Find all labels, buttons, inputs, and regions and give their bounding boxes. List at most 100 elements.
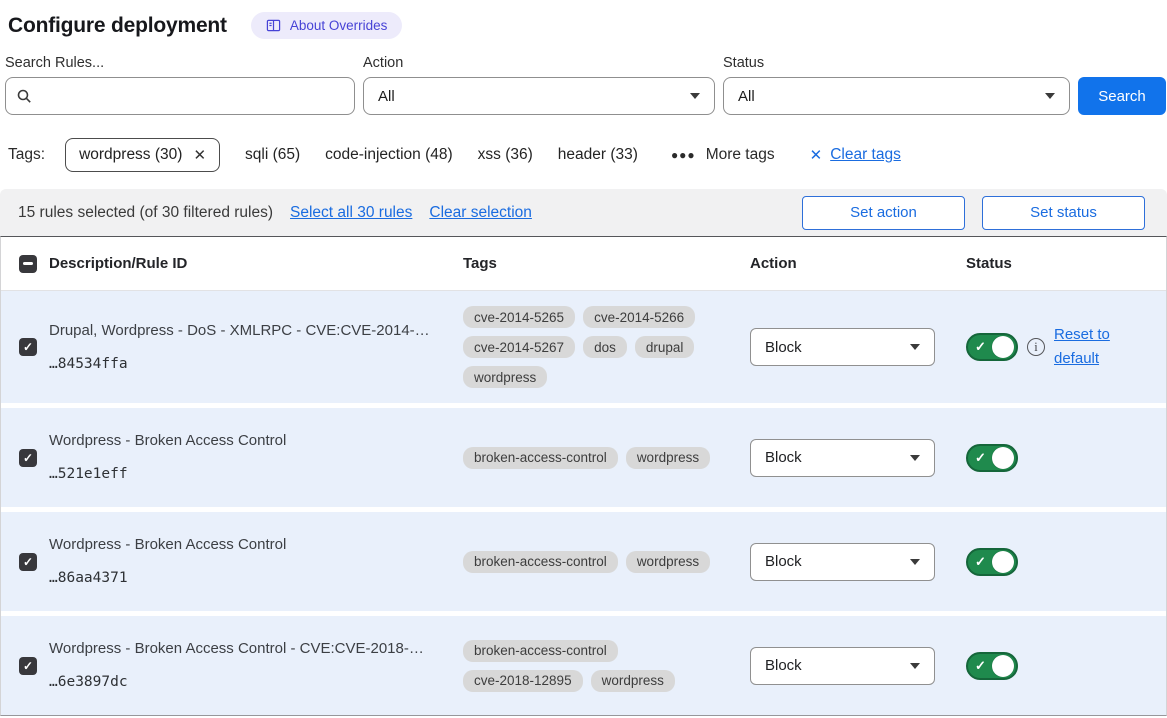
status-filter-group: Status All bbox=[715, 55, 1070, 115]
status-toggle[interactable]: ✓ bbox=[966, 548, 1018, 576]
search-filter-group: Search Rules... bbox=[5, 55, 355, 115]
set-action-button[interactable]: Set action bbox=[802, 196, 965, 230]
rule-description-cell: Wordpress - Broken Access Control …521e1… bbox=[49, 430, 456, 484]
rule-action-cell: Block bbox=[746, 439, 949, 477]
about-overrides-label: About Overrides bbox=[290, 18, 388, 33]
search-rules-label: Search Rules... bbox=[5, 55, 355, 71]
rule-tags-cell: broken-access-controlcve-2018-12895wordp… bbox=[456, 640, 746, 692]
row-checkbox-cell: ✓ bbox=[1, 657, 49, 675]
toggle-check-icon: ✓ bbox=[975, 450, 986, 466]
rule-id: …521e1eff bbox=[49, 464, 442, 484]
tags-bar: Tags: wordpress (30) ✕ sqli (65) code-in… bbox=[0, 115, 1167, 172]
tag-pill: dos bbox=[583, 336, 627, 358]
rule-action-cell: Block bbox=[746, 543, 949, 581]
filters-row: Search Rules... Action All Status bbox=[0, 39, 1167, 115]
tag-option-header[interactable]: header (33) bbox=[558, 146, 638, 164]
search-rules-input[interactable] bbox=[40, 87, 344, 106]
toggle-knob bbox=[992, 447, 1014, 469]
status-filter-select[interactable]: All bbox=[723, 77, 1070, 115]
rule-tags: cve-2014-5265cve-2014-5266cve-2014-5267d… bbox=[463, 306, 723, 388]
action-filter-select[interactable]: All bbox=[363, 77, 715, 115]
check-mark: ✓ bbox=[23, 341, 33, 353]
rule-description: Wordpress - Broken Access Control bbox=[49, 534, 442, 555]
page-title: Configure deployment bbox=[8, 14, 227, 38]
tag-option-xss[interactable]: xss (36) bbox=[478, 146, 533, 164]
selected-tag-wordpress[interactable]: wordpress (30) ✕ bbox=[65, 138, 220, 172]
action-select[interactable]: Block bbox=[750, 328, 935, 366]
search-icon bbox=[16, 88, 32, 104]
row-checkbox-cell: ✓ bbox=[1, 449, 49, 467]
action-select[interactable]: Block bbox=[750, 439, 935, 477]
status-toggle[interactable]: ✓ bbox=[966, 444, 1018, 472]
more-tags-button[interactable]: ●●● More tags bbox=[671, 146, 775, 164]
clear-tags-button[interactable]: ✕ Clear tags bbox=[810, 146, 901, 164]
rule-status-cell: ✓ bbox=[949, 652, 1166, 680]
table-row: ✓ Wordpress - Broken Access Control - CV… bbox=[1, 616, 1166, 715]
column-header-status: Status bbox=[949, 255, 1166, 272]
rule-tags-cell: broken-access-control wordpress bbox=[456, 551, 746, 573]
table-row: ✓ Drupal, Wordpress - DoS - XMLRPC - CVE… bbox=[1, 291, 1166, 403]
row-checkbox[interactable]: ✓ bbox=[19, 449, 37, 467]
search-rules-box bbox=[5, 77, 355, 115]
ellipsis-icon: ●●● bbox=[671, 148, 696, 162]
info-icon[interactable]: i bbox=[1027, 338, 1045, 356]
toggle-knob bbox=[992, 655, 1014, 677]
chevron-down-icon bbox=[910, 663, 920, 669]
action-filter-label: Action bbox=[363, 55, 715, 71]
rule-status-cell: ✓ bbox=[949, 548, 1166, 576]
table-row: ✓ Wordpress - Broken Access Control …521… bbox=[1, 408, 1166, 507]
row-checkbox[interactable]: ✓ bbox=[19, 338, 37, 356]
rule-tags: broken-access-controlcve-2018-12895wordp… bbox=[463, 640, 723, 692]
select-all-checkbox[interactable] bbox=[19, 255, 37, 273]
search-button[interactable]: Search bbox=[1078, 77, 1166, 115]
action-select-value: Block bbox=[765, 553, 802, 570]
tag-pill: wordpress bbox=[591, 670, 675, 692]
rule-description-cell: Drupal, Wordpress - DoS - XMLRPC - CVE:C… bbox=[49, 320, 456, 374]
rule-description: Wordpress - Broken Access Control bbox=[49, 430, 442, 451]
reset-to-default-link[interactable]: Reset to default bbox=[1054, 323, 1118, 371]
select-all-rules-link[interactable]: Select all 30 rules bbox=[290, 204, 412, 222]
selection-summary: 15 rules selected (of 30 filtered rules) bbox=[18, 204, 273, 222]
tag-pill: wordpress bbox=[626, 447, 710, 469]
selected-tag-label: wordpress (30) bbox=[79, 146, 182, 164]
configure-deployment-page: Configure deployment About Overrides Sea… bbox=[0, 0, 1167, 716]
about-overrides-badge[interactable]: About Overrides bbox=[251, 12, 403, 39]
tag-pill: broken-access-control bbox=[463, 551, 618, 573]
remove-tag-icon[interactable]: ✕ bbox=[193, 146, 206, 164]
action-select-value: Block bbox=[765, 339, 802, 356]
rule-action-cell: Block bbox=[746, 328, 949, 366]
status-toggle[interactable]: ✓ bbox=[966, 333, 1018, 361]
row-checkbox[interactable]: ✓ bbox=[19, 553, 37, 571]
rule-description: Drupal, Wordpress - DoS - XMLRPC - CVE:C… bbox=[49, 320, 442, 341]
rules-table: Description/Rule ID Tags Action Status ✓… bbox=[0, 236, 1167, 716]
toggle-knob bbox=[992, 336, 1014, 358]
tag-pill: broken-access-control bbox=[463, 640, 618, 662]
tag-option-sqli[interactable]: sqli (65) bbox=[245, 146, 300, 164]
rule-description-cell: Wordpress - Broken Access Control …86aa4… bbox=[49, 534, 456, 588]
check-mark: ✓ bbox=[23, 452, 33, 464]
action-select-value: Block bbox=[765, 657, 802, 674]
row-checkbox[interactable]: ✓ bbox=[19, 657, 37, 675]
column-header-action: Action bbox=[746, 255, 949, 272]
row-checkbox-cell: ✓ bbox=[1, 553, 49, 571]
tag-pill: broken-access-control bbox=[463, 447, 618, 469]
action-select[interactable]: Block bbox=[750, 543, 935, 581]
chevron-down-icon bbox=[910, 559, 920, 565]
tag-pill: cve-2014-5265 bbox=[463, 306, 575, 328]
action-select[interactable]: Block bbox=[750, 647, 935, 685]
rule-tags: broken-access-control wordpress bbox=[463, 551, 723, 573]
status-toggle[interactable]: ✓ bbox=[966, 652, 1018, 680]
clear-icon: ✕ bbox=[810, 146, 823, 164]
column-header-tags: Tags bbox=[456, 255, 746, 272]
rule-tags: broken-access-control wordpress bbox=[463, 447, 723, 469]
tag-pill: cve-2014-5266 bbox=[583, 306, 695, 328]
indeterminate-mark bbox=[23, 262, 33, 265]
row-checkbox-cell: ✓ bbox=[1, 338, 49, 356]
action-select-value: Block bbox=[765, 449, 802, 466]
toggle-check-icon: ✓ bbox=[975, 658, 986, 674]
tag-option-code-injection[interactable]: code-injection (48) bbox=[325, 146, 453, 164]
column-header-description: Description/Rule ID bbox=[49, 255, 456, 272]
tag-pill: wordpress bbox=[626, 551, 710, 573]
set-status-button[interactable]: Set status bbox=[982, 196, 1145, 230]
clear-selection-link[interactable]: Clear selection bbox=[429, 204, 532, 222]
